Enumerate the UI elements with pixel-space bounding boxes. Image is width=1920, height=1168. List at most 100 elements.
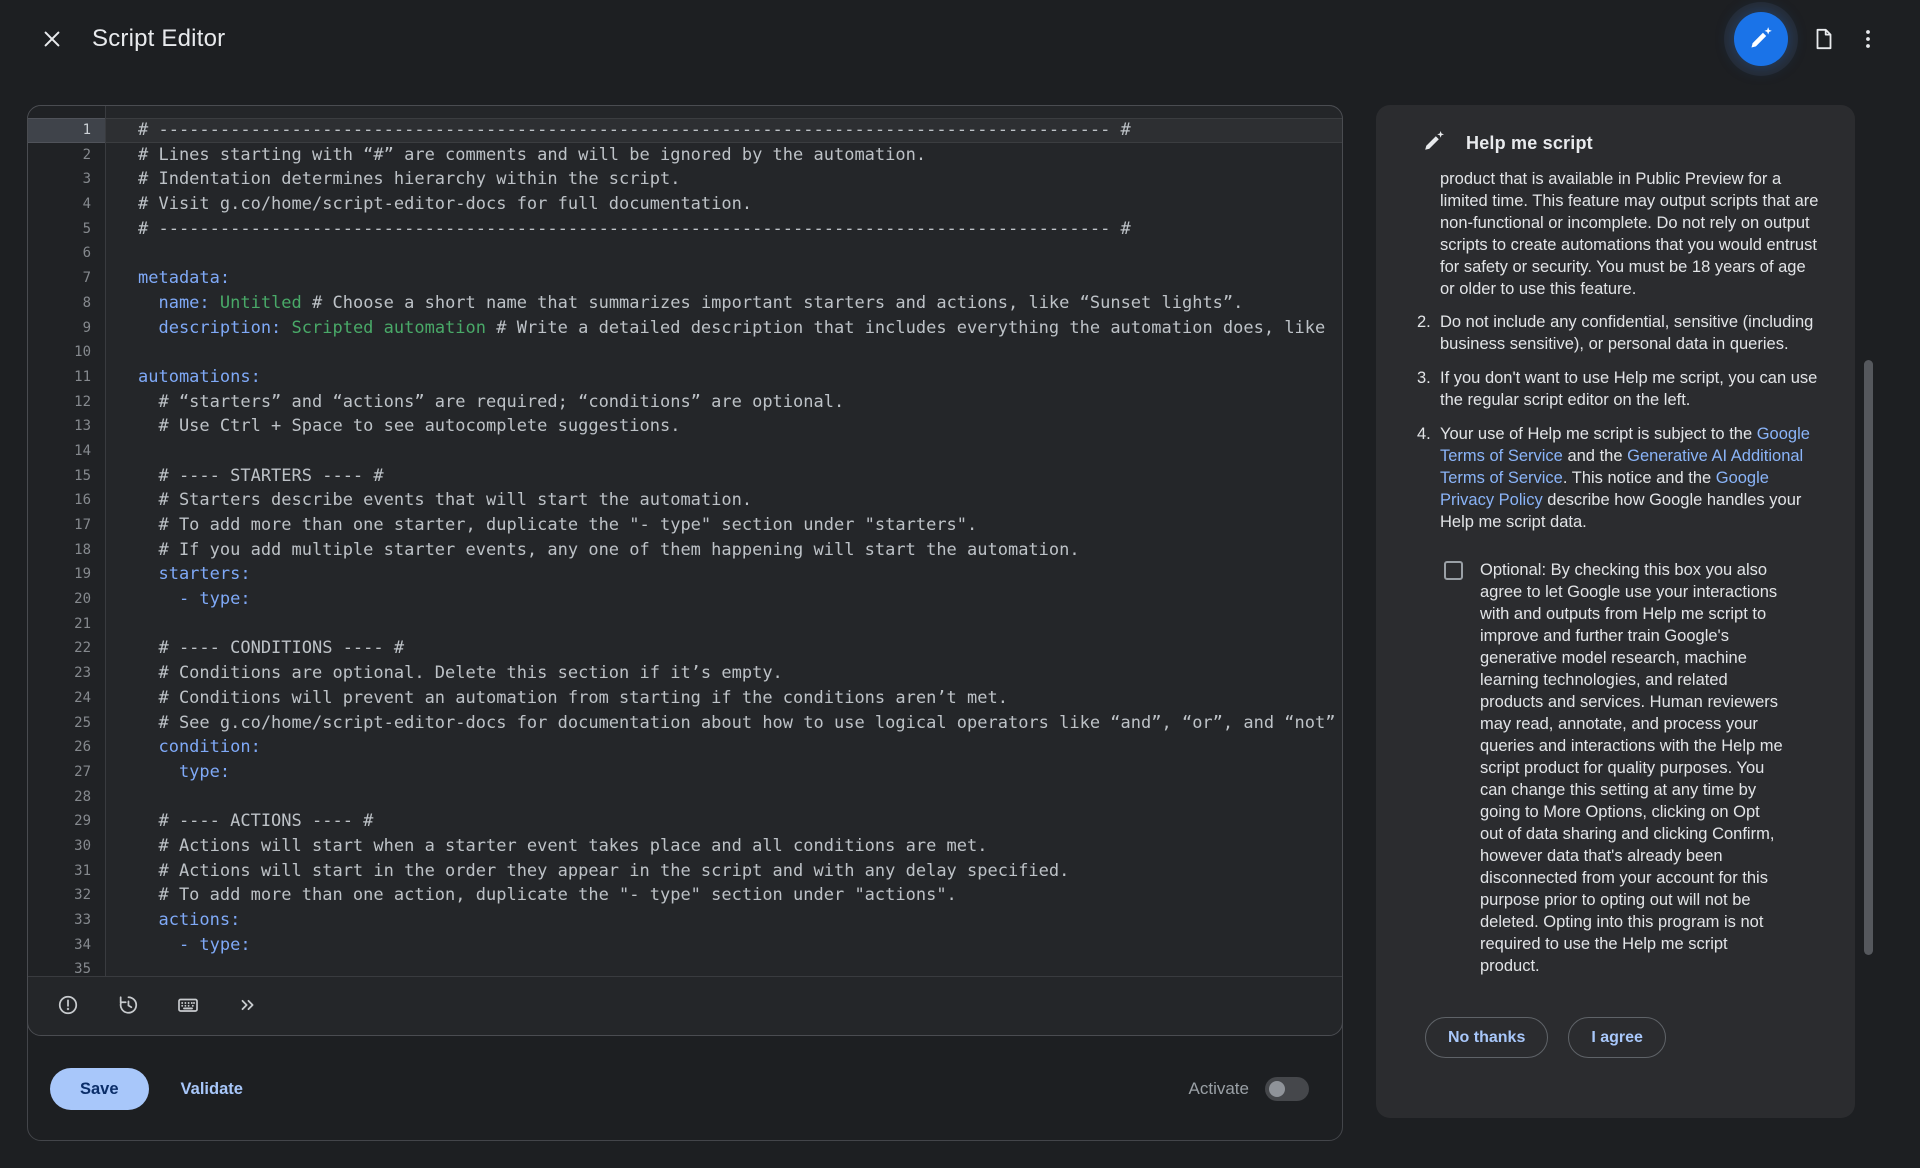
- line-number: 21: [28, 612, 105, 637]
- keyboard-icon: [176, 993, 200, 1020]
- editor-toolbar: [28, 976, 1342, 1035]
- line-number: 32: [28, 883, 105, 908]
- code-line[interactable]: description: Scripted automation # Write…: [106, 316, 1342, 341]
- code-line[interactable]: condition:: [106, 735, 1342, 760]
- code-line[interactable]: # Visit g.co/home/script-editor-docs for…: [106, 192, 1342, 217]
- code-line[interactable]: # See g.co/home/script-editor-docs for d…: [106, 711, 1342, 736]
- history-button[interactable]: [106, 984, 150, 1028]
- help-panel-buttons: No thanks I agree: [1425, 1017, 1824, 1058]
- code-line[interactable]: # If you add multiple starter events, an…: [106, 538, 1342, 563]
- code-line[interactable]: # To add more than one starter, duplicat…: [106, 513, 1342, 538]
- code-line[interactable]: [106, 785, 1342, 810]
- line-number: 15: [28, 464, 105, 489]
- code-line[interactable]: # Starters describe events that will sta…: [106, 488, 1342, 513]
- help-term-item: 4.Your use of Help me script is subject …: [1417, 423, 1824, 533]
- line-number: 28: [28, 785, 105, 810]
- code-line[interactable]: # --------------------------------------…: [106, 118, 1342, 143]
- code-line[interactable]: # To add more than one action, duplicate…: [106, 883, 1342, 908]
- code-line[interactable]: starters:: [106, 562, 1342, 587]
- line-number: 18: [28, 538, 105, 563]
- line-number: 26: [28, 735, 105, 760]
- help-me-script-panel: Help me script product that is available…: [1376, 105, 1855, 1118]
- code-line[interactable]: # ---- CONDITIONS ---- #: [106, 636, 1342, 661]
- code-line[interactable]: [106, 439, 1342, 464]
- code-line[interactable]: # “starters” and “actions” are required;…: [106, 390, 1342, 415]
- help-intro-text: product that is available in Public Prev…: [1440, 172, 1824, 300]
- line-number: 8: [28, 291, 105, 316]
- line-number: 27: [28, 760, 105, 785]
- line-number: 4: [28, 192, 105, 217]
- more-options-button[interactable]: [1846, 17, 1890, 61]
- code-line[interactable]: name: Untitled # Choose a short name tha…: [106, 291, 1342, 316]
- line-number: 7: [28, 266, 105, 291]
- i-agree-button[interactable]: I agree: [1568, 1017, 1666, 1058]
- document-icon: [1812, 27, 1836, 51]
- code-line[interactable]: # Actions will start in the order they a…: [106, 859, 1342, 884]
- history-icon: [117, 994, 139, 1019]
- line-number: 29: [28, 809, 105, 834]
- more-vert-icon: [1856, 27, 1880, 51]
- code-editor[interactable]: 1234567891011121314151617181920212223242…: [27, 105, 1343, 1036]
- line-number: 30: [28, 834, 105, 859]
- expand-toolbar-button[interactable]: [226, 984, 270, 1028]
- line-number: 14: [28, 439, 105, 464]
- script-document-button[interactable]: [1802, 17, 1846, 61]
- code-line[interactable]: - type:: [106, 587, 1342, 612]
- code-line[interactable]: # Actions will start when a starter even…: [106, 834, 1342, 859]
- code-line[interactable]: [106, 612, 1342, 637]
- code-line[interactable]: metadata:: [106, 266, 1342, 291]
- line-number: 31: [28, 859, 105, 884]
- activate-toggle[interactable]: [1265, 1077, 1309, 1101]
- validate-button[interactable]: Validate: [163, 1068, 261, 1110]
- help-term-number: 4.: [1417, 423, 1440, 533]
- code-line[interactable]: actions:: [106, 908, 1342, 933]
- top-bar: Script Editor: [0, 0, 1920, 78]
- code-line[interactable]: [106, 241, 1342, 266]
- code-line[interactable]: # Lines starting with “#” are comments a…: [106, 143, 1342, 168]
- code-line[interactable]: # Conditions are optional. Delete this s…: [106, 661, 1342, 686]
- line-number: 22: [28, 636, 105, 661]
- alert-icon: [57, 994, 79, 1019]
- toggle-thumb: [1269, 1081, 1285, 1097]
- line-number: 2: [28, 143, 105, 168]
- code-line[interactable]: [106, 340, 1342, 365]
- code-line[interactable]: # Conditions will prevent an automation …: [106, 686, 1342, 711]
- line-number: 23: [28, 661, 105, 686]
- line-number: 9: [28, 316, 105, 341]
- close-button[interactable]: [30, 17, 74, 61]
- line-number: 12: [28, 390, 105, 415]
- help-panel-content[interactable]: product that is available in Public Prev…: [1376, 172, 1855, 1107]
- code-line[interactable]: - type:: [106, 933, 1342, 958]
- code-line[interactable]: type:: [106, 760, 1342, 785]
- code-area[interactable]: 1234567891011121314151617181920212223242…: [28, 106, 1342, 976]
- help-term-item: 3.If you don't want to use Help me scrip…: [1417, 367, 1824, 411]
- problems-button[interactable]: [46, 984, 90, 1028]
- save-button[interactable]: Save: [50, 1068, 149, 1110]
- help-me-script-button[interactable]: [1734, 12, 1788, 66]
- help-terms-list: 2.Do not include any confidential, sensi…: [1417, 311, 1824, 533]
- close-icon: [41, 28, 63, 50]
- window-scrollbar[interactable]: [1864, 360, 1873, 955]
- help-panel-header: Help me script: [1376, 105, 1855, 172]
- code-line[interactable]: # ---- STARTERS ---- #: [106, 464, 1342, 489]
- line-number: 5: [28, 217, 105, 242]
- line-number: 35: [28, 957, 105, 976]
- code-content[interactable]: # --------------------------------------…: [106, 106, 1342, 976]
- editor-actions-bar: Save Validate Activate: [28, 1036, 1342, 1142]
- help-panel-title: Help me script: [1466, 133, 1593, 154]
- line-number: 10: [28, 340, 105, 365]
- code-line[interactable]: [106, 957, 1342, 976]
- code-line[interactable]: # Indentation determines hierarchy withi…: [106, 167, 1342, 192]
- optional-consent-checkbox[interactable]: [1444, 561, 1463, 580]
- no-thanks-button[interactable]: No thanks: [1425, 1017, 1548, 1058]
- activate-label: Activate: [1189, 1079, 1249, 1099]
- line-number: 20: [28, 587, 105, 612]
- code-line[interactable]: # --------------------------------------…: [106, 217, 1342, 242]
- double-chevron-icon: [237, 994, 259, 1019]
- code-line[interactable]: # ---- ACTIONS ---- #: [106, 809, 1342, 834]
- code-line[interactable]: automations:: [106, 365, 1342, 390]
- line-number: 25: [28, 711, 105, 736]
- code-line[interactable]: # Use Ctrl + Space to see autocomplete s…: [106, 414, 1342, 439]
- keyboard-shortcuts-button[interactable]: [166, 984, 210, 1028]
- line-number: 3: [28, 167, 105, 192]
